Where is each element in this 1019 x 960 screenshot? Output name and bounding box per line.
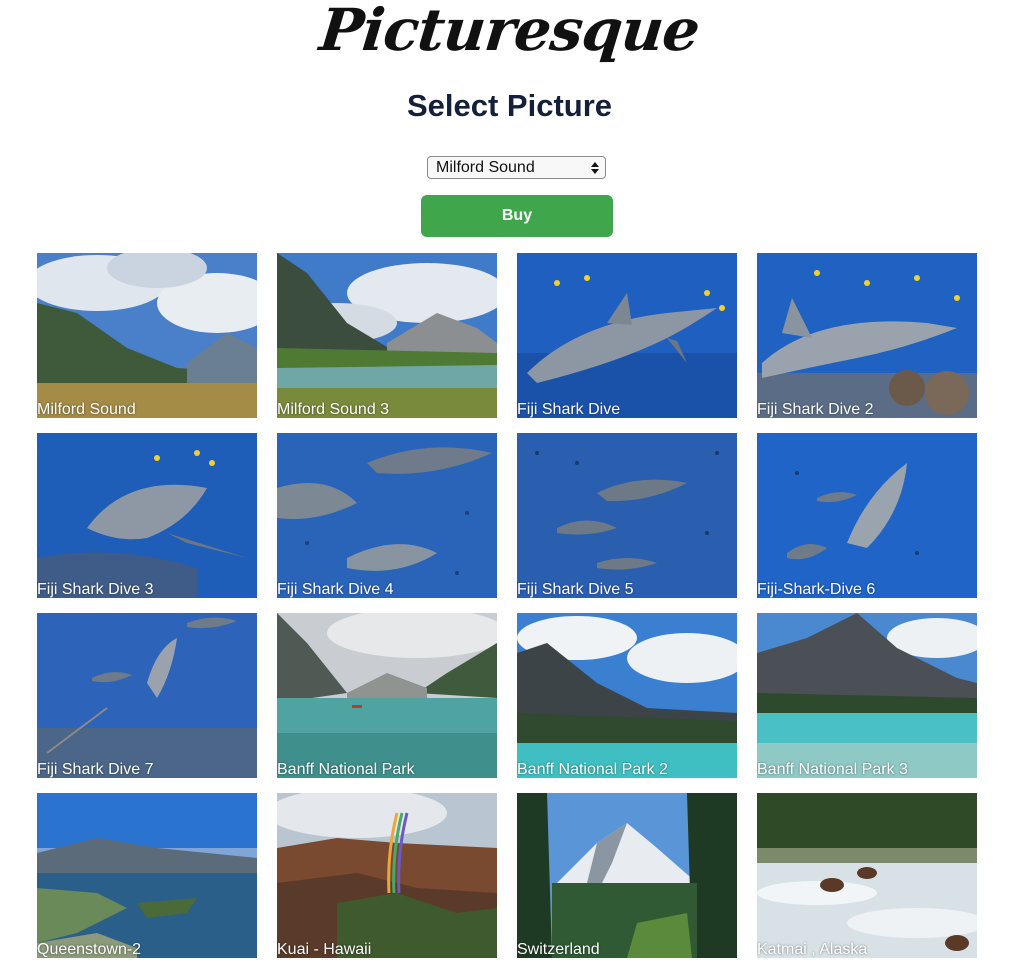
buy-button[interactable]: Buy xyxy=(421,195,613,237)
gallery-tile[interactable]: Banff National Park 2 xyxy=(517,613,737,778)
gallery-tile[interactable]: Fiji Shark Dive 4 xyxy=(277,433,497,598)
gallery-tile[interactable]: Fiji Shark Dive xyxy=(517,253,737,418)
katmai-alaska-photo xyxy=(757,793,977,958)
tile-caption: Banff National Park 3 xyxy=(757,761,908,778)
tile-caption: Kuai - Hawaii xyxy=(277,941,372,958)
fiji-shark-dive-5-photo xyxy=(517,433,737,598)
fiji-shark-dive-6-photo xyxy=(757,433,977,598)
tile-caption: Banff National Park xyxy=(277,761,415,778)
gallery-tile[interactable]: Fiji Shark Dive 3 xyxy=(37,433,257,598)
tile-caption: Queenstown-2 xyxy=(37,941,142,958)
switzerland-photo xyxy=(517,793,737,958)
fiji-shark-dive-7-photo xyxy=(37,613,257,778)
banff-national-park-2-photo xyxy=(517,613,737,778)
banff-national-park-3-photo xyxy=(757,613,977,778)
page-title: Select Picture xyxy=(406,88,613,123)
tile-caption: Fiji Shark Dive xyxy=(517,401,621,418)
gallery-tile[interactable]: Fiji Shark Dive 7 xyxy=(37,613,257,778)
gallery-tile[interactable]: Queenstown-2 xyxy=(37,793,257,958)
tile-caption: Fiji Shark Dive 2 xyxy=(757,401,874,418)
select-arrows-icon xyxy=(588,157,602,178)
fiji-shark-dive-3-photo xyxy=(37,433,257,598)
gallery-tile[interactable]: Fiji Shark Dive 2 xyxy=(757,253,977,418)
gallery-tile[interactable]: Fiji Shark Dive 5 xyxy=(517,433,737,598)
gallery-tile[interactable]: Katmai , Alaska xyxy=(757,793,977,958)
tile-caption: Switzerland xyxy=(517,941,600,958)
gallery-tile[interactable]: Banff National Park 3 xyxy=(757,613,977,778)
gallery-tile[interactable]: Banff National Park xyxy=(277,613,497,778)
fiji-shark-dive-2-photo xyxy=(757,253,977,418)
gallery-tile[interactable]: Kuai - Hawaii xyxy=(277,793,497,958)
fiji-shark-dive-photo xyxy=(517,253,737,418)
picture-select[interactable]: Milford Sound xyxy=(427,156,606,179)
gallery-tile[interactable]: Switzerland xyxy=(517,793,737,958)
tile-caption: Milford Sound xyxy=(37,401,136,418)
milford-sound-photo xyxy=(37,253,257,418)
page: Picturesque Select Picture Milford Sound… xyxy=(0,0,1019,960)
tile-caption: Banff National Park 2 xyxy=(517,761,668,778)
queenstown-2-photo xyxy=(37,793,257,958)
tile-caption: Milford Sound 3 xyxy=(277,401,390,418)
banff-national-park-photo xyxy=(277,613,497,778)
tile-caption: Fiji Shark Dive 4 xyxy=(277,581,394,598)
gallery-tile[interactable]: Milford Sound 3 xyxy=(277,253,497,418)
picture-select-value: Milford Sound xyxy=(436,158,535,176)
tile-caption: Fiji Shark Dive 7 xyxy=(37,761,154,778)
fiji-shark-dive-4-photo xyxy=(277,433,497,598)
milford-sound-3-photo xyxy=(277,253,497,418)
gallery-tile[interactable]: Milford Sound xyxy=(37,253,257,418)
tile-caption: Fiji-Shark-Dive 6 xyxy=(757,581,876,598)
kuai-hawaii-photo xyxy=(277,793,497,958)
tile-caption: Fiji Shark Dive 5 xyxy=(517,581,634,598)
tile-caption: Fiji Shark Dive 3 xyxy=(37,581,154,598)
brand-logo: Picturesque xyxy=(316,0,703,64)
tile-caption: Katmai , Alaska xyxy=(757,941,868,958)
gallery-tile[interactable]: Fiji-Shark-Dive 6 xyxy=(757,433,977,598)
